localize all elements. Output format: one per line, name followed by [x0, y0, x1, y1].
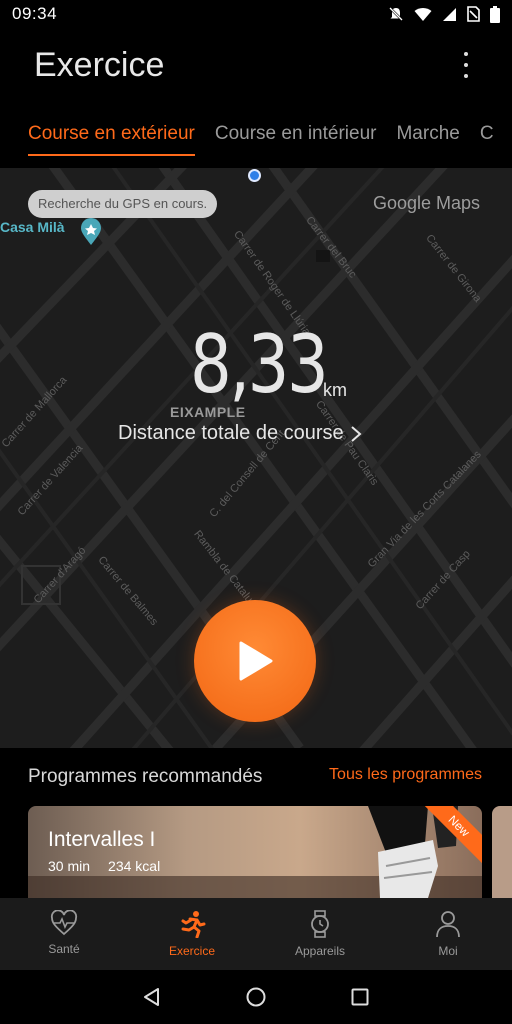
watch-icon — [311, 910, 329, 938]
map-view[interactable]: Recherche du GPS en cours. Google Maps C… — [0, 168, 512, 748]
wifi-icon — [414, 8, 432, 21]
nav-exercise[interactable]: Exercice — [128, 898, 256, 970]
nav-label: Appareils — [294, 944, 346, 958]
nav-label: Santé — [48, 942, 80, 956]
back-button[interactable] — [142, 987, 162, 1007]
heart-rate-icon — [50, 910, 78, 936]
runner-icon — [181, 911, 206, 938]
all-programs-link[interactable]: Tous les programmes — [329, 766, 482, 784]
poi-label: Casa Milà — [0, 219, 65, 235]
more-options-button[interactable] — [452, 48, 480, 82]
status-bar: 09:34 — [0, 0, 512, 28]
person-icon — [436, 911, 460, 938]
program-duration: 30 min — [48, 858, 91, 874]
nav-me[interactable]: Moi — [384, 898, 512, 970]
program-calories: 234 kcal — [108, 858, 161, 874]
program-card[interactable] — [492, 806, 512, 898]
google-maps-attribution: Google Maps — [373, 193, 481, 213]
home-icon — [246, 987, 266, 1007]
map-pin-icon — [81, 218, 101, 245]
program-card[interactable]: Intervalles I 30 min 234 kcal New — [28, 806, 482, 898]
chevron-right-icon — [351, 425, 362, 442]
system-navigation-bar — [0, 970, 512, 1024]
more-dot-icon — [464, 52, 468, 56]
runner-shoe-illustration — [28, 806, 482, 898]
tab-outdoor-run[interactable]: Course en extérieur — [28, 110, 195, 156]
nav-label: Exercice — [168, 944, 215, 958]
cell-signal-icon — [443, 7, 456, 21]
home-button[interactable] — [245, 986, 267, 1008]
nav-label: Moi — [438, 944, 458, 958]
distance-unit: km — [323, 380, 347, 400]
recents-icon — [351, 988, 369, 1006]
bottom-navigation: Santé Exercice Appareils Moi — [0, 898, 512, 970]
nav-health[interactable]: Santé — [0, 898, 128, 970]
current-location-marker — [248, 169, 261, 182]
tab-walk[interactable]: Marche — [396, 110, 459, 156]
exercise-type-tabs: Course en extérieur Course en intérieur … — [0, 110, 512, 168]
back-icon — [143, 988, 159, 1006]
total-distance-link[interactable]: Distance totale de course — [118, 422, 362, 445]
program-title: Intervalles I — [48, 828, 156, 851]
recommended-programs-header: Programmes recommandés Tous les programm… — [0, 748, 512, 806]
play-icon — [239, 641, 273, 681]
section-title: Programmes recommandés — [28, 766, 263, 787]
gps-status-pill: Recherche du GPS en cours. — [28, 190, 218, 218]
app-header: Exercice — [0, 28, 512, 110]
start-workout-button[interactable] — [194, 600, 316, 722]
nav-devices[interactable]: Appareils — [256, 898, 384, 970]
more-dot-icon — [464, 63, 468, 67]
status-time: 09:34 — [12, 4, 58, 23]
recents-button[interactable] — [350, 987, 370, 1007]
total-distance-label: Distance totale de course — [118, 422, 344, 444]
notifications-muted-icon — [389, 7, 403, 21]
status-icons — [388, 5, 500, 23]
tab-indoor-run[interactable]: Course en intérieur — [215, 110, 377, 156]
battery-icon — [490, 5, 500, 23]
program-meta: 30 min 234 kcal — [48, 858, 160, 874]
more-dot-icon — [464, 74, 468, 78]
total-distance-value: 8,33 — [190, 318, 329, 411]
page-title: Exercice — [34, 46, 165, 84]
tab-cycling[interactable]: C — [480, 110, 494, 156]
no-sim-icon — [467, 6, 480, 22]
